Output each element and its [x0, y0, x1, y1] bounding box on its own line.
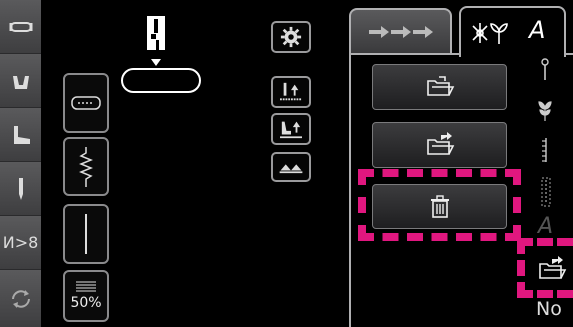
no-label: No [536, 298, 562, 320]
needle-up-button[interactable] [271, 76, 311, 108]
stitch-density-button[interactable]: 50% [63, 270, 109, 322]
stitch-sequence-tab[interactable] [349, 8, 452, 53]
reverse-rotate-button[interactable] [0, 270, 41, 327]
save-file-button[interactable] [372, 122, 507, 168]
presser-foot-icon [12, 75, 29, 89]
feed-dogs-button[interactable] [271, 152, 311, 182]
small-needle-icon [541, 58, 549, 80]
reverse-rotate-icon [11, 289, 30, 308]
position-pointer-icon [151, 59, 161, 66]
needle-button[interactable] [0, 162, 41, 216]
faded-letter: A [538, 214, 554, 239]
folder-save-icon [426, 132, 454, 155]
open-file-button[interactable] [372, 64, 507, 110]
flower-text-icon [472, 23, 508, 44]
sock-foot-icon [13, 125, 30, 144]
zigzag-stitch-button[interactable] [63, 137, 109, 196]
gear-icon [280, 26, 302, 48]
density-icon [76, 281, 96, 292]
presser-foot-up-icon [280, 121, 302, 139]
thread-cutter-button[interactable]: И>8 [0, 216, 41, 270]
straight-stitch-button[interactable] [63, 204, 109, 264]
stitch-position-oval[interactable] [121, 68, 201, 93]
left-sidebar: И>8 [0, 0, 41, 327]
presser-foot-indicator-icon [147, 16, 165, 50]
buttonhole-stitch-button[interactable] [63, 73, 109, 133]
zigzag-stitch-icon [79, 146, 93, 187]
straight-stitch-icon [85, 214, 87, 254]
buttonhole-stitch-icon [71, 96, 101, 110]
dotted-stitch-icon [541, 177, 551, 207]
tab-letter: A [529, 16, 546, 44]
density-percent: 50% [70, 295, 102, 311]
stitch-ruler-icon [542, 138, 547, 162]
folder-open-icon [426, 76, 454, 96]
presser-foot-button[interactable] [0, 54, 41, 108]
feed-dogs-icon [279, 164, 303, 174]
thread-cutter-icon: И>8 [2, 233, 39, 252]
delete-file-button[interactable] [372, 184, 507, 229]
small-flower-icon [538, 101, 552, 121]
buttonhole-icon [9, 21, 32, 32]
buttonhole-button[interactable] [0, 0, 41, 54]
save-to-folder-button[interactable] [531, 252, 573, 286]
tab-join [461, 53, 564, 56]
settings-button[interactable] [271, 21, 311, 53]
trash-icon [430, 194, 449, 218]
sock-foot-button[interactable] [0, 108, 41, 162]
needle-icon [18, 177, 23, 200]
folder-arrow-icon [539, 256, 567, 279]
presser-foot-up-button[interactable] [271, 113, 311, 145]
arrows-icon [369, 26, 433, 38]
needle-up-icon [280, 82, 302, 101]
embroidery-text-tab[interactable]: A [459, 6, 566, 57]
